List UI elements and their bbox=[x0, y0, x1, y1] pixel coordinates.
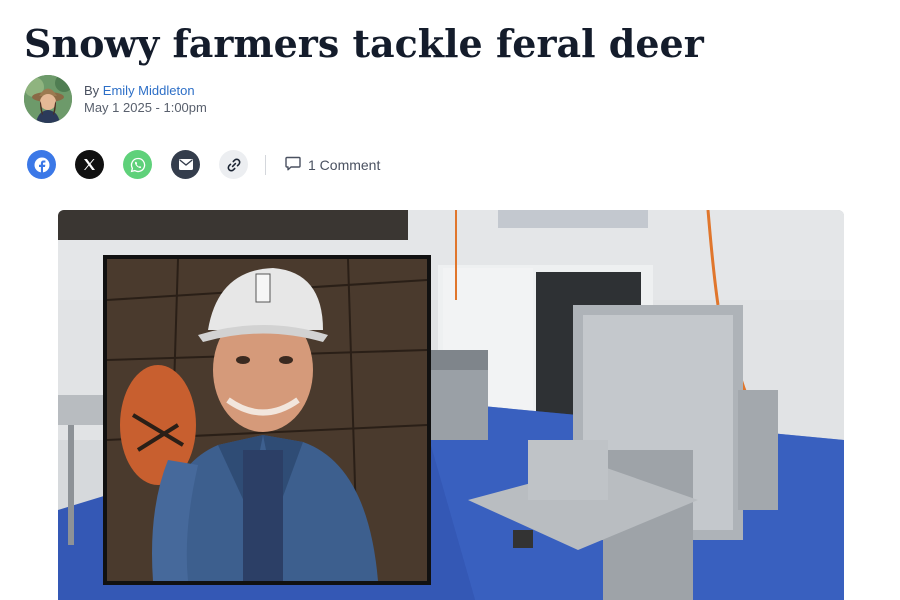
share-email-button[interactable] bbox=[171, 150, 200, 179]
comment-bubble-icon bbox=[285, 156, 308, 174]
comments-link[interactable]: 1 Comment bbox=[285, 156, 380, 174]
share-divider bbox=[265, 154, 266, 175]
byline-prefix: By bbox=[84, 82, 100, 98]
comments-count-label: 1 Comment bbox=[308, 156, 381, 173]
copy-link-button[interactable] bbox=[219, 150, 248, 179]
facebook-icon bbox=[34, 157, 50, 173]
author-avatar[interactable] bbox=[24, 75, 72, 123]
whatsapp-icon bbox=[130, 157, 146, 173]
publish-date: May 1 2025 - 1:00pm bbox=[84, 99, 207, 115]
x-icon bbox=[83, 158, 96, 171]
link-icon bbox=[226, 157, 242, 173]
share-whatsapp-button[interactable] bbox=[123, 150, 152, 179]
share-facebook-button[interactable] bbox=[27, 150, 56, 179]
hero-image[interactable] bbox=[58, 210, 844, 600]
envelope-icon bbox=[178, 159, 193, 170]
article-headline: g Snowy farmers tackle feral deer bbox=[24, 0, 704, 66]
share-bar: 1 Comment bbox=[27, 150, 380, 179]
share-x-button[interactable] bbox=[75, 150, 104, 179]
author-name-link[interactable]: Emily Middleton bbox=[103, 83, 195, 98]
byline: By Emily Middleton May 1 2025 - 1:00pm bbox=[24, 75, 207, 123]
headline-text: Snowy farmers tackle feral deer bbox=[24, 21, 704, 66]
